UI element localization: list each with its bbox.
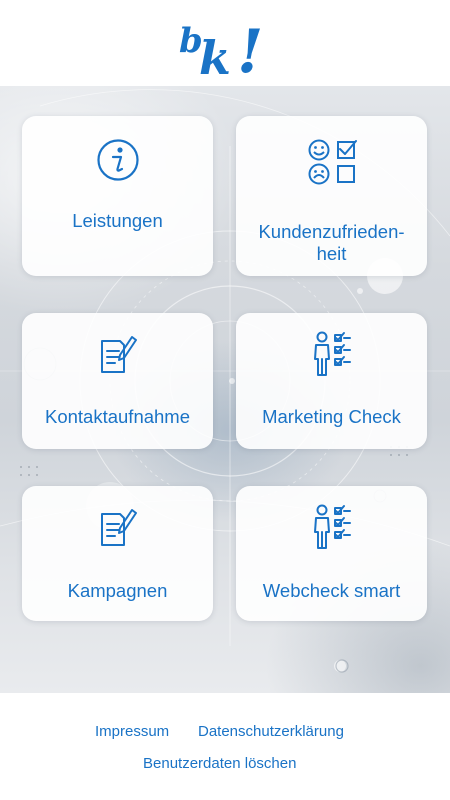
svg-text:!: ! (237, 17, 263, 84)
tile-kampagnen[interactable]: Kampagnen (22, 486, 213, 621)
datenschutz-link[interactable]: Datenschutzerklärung (198, 723, 344, 740)
info-icon (96, 139, 139, 181)
tile-label-line1: Kundenzufrieden- (258, 221, 405, 242)
bk-logo: b k ! (179, 17, 263, 84)
delete-user-data-link[interactable]: Benutzerdaten löschen (143, 755, 296, 772)
tile-kundenzufriedenheit[interactable]: Kundenzufrieden- heit (236, 116, 427, 276)
document-edit-icon (100, 336, 137, 373)
tile-label: Leistungen (72, 210, 163, 231)
person-checklist-icon (313, 331, 351, 376)
document-edit-icon (100, 509, 137, 546)
person-checklist-icon (313, 504, 351, 549)
tile-label: Kontaktaufnahme (44, 406, 191, 427)
app-header: b k ! (0, 0, 450, 86)
tile-label-line2: heit (316, 243, 347, 264)
satisfaction-checklist-icon (308, 139, 357, 185)
footer: Impressum Datenschutzerklärung Benutzerd… (0, 693, 450, 800)
impressum-link[interactable]: Impressum (95, 723, 169, 740)
tile-leistungen[interactable]: Leistungen (22, 116, 213, 276)
tile-label: Kundenzufrieden- heit (236, 221, 427, 265)
tile-label: Kampagnen (67, 580, 168, 601)
tile-webcheck-smart[interactable]: Webcheck smart (236, 486, 427, 621)
tile-marketing-check[interactable]: Marketing Check (236, 313, 427, 449)
tile-label: Webcheck smart (262, 580, 401, 601)
tile-kontaktaufnahme[interactable]: Kontaktaufnahme (22, 313, 213, 449)
tile-label: Marketing Check (262, 406, 401, 427)
svg-text:k: k (199, 31, 231, 84)
